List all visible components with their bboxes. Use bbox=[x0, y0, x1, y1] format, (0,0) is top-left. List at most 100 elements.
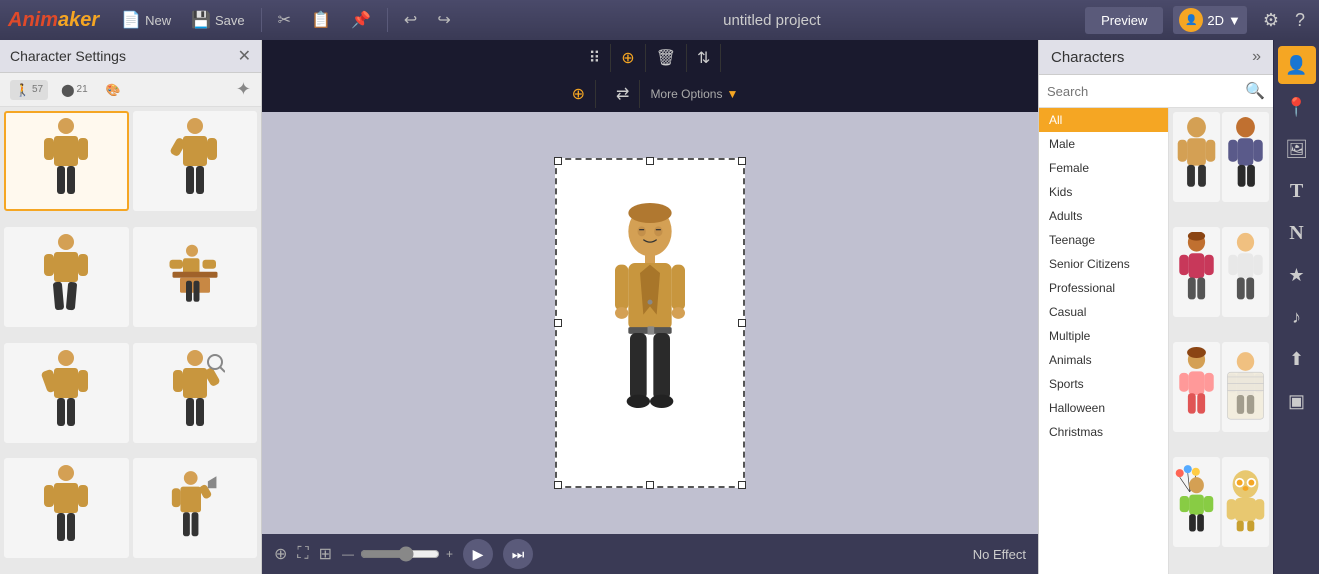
category-casual[interactable]: Casual bbox=[1039, 300, 1168, 324]
char-item-1[interactable] bbox=[1173, 112, 1220, 202]
swap-button[interactable]: ⇄ bbox=[606, 80, 640, 108]
handle-ml[interactable] bbox=[554, 319, 562, 327]
handle-tl[interactable] bbox=[554, 157, 562, 165]
characters-search-input[interactable] bbox=[1047, 84, 1241, 99]
pose-item-6[interactable] bbox=[133, 343, 258, 443]
handle-tr[interactable] bbox=[738, 157, 746, 165]
pose-4-preview bbox=[165, 232, 225, 322]
handle-mr[interactable] bbox=[738, 319, 746, 327]
char-item-7[interactable] bbox=[1173, 457, 1220, 547]
characters-grid bbox=[1169, 108, 1273, 574]
grid-button[interactable]: ⊞ bbox=[319, 544, 332, 564]
category-halloween[interactable]: Halloween bbox=[1039, 396, 1168, 420]
undo-icon: ↩ bbox=[404, 10, 417, 30]
handle-bl[interactable] bbox=[554, 481, 562, 489]
handle-br[interactable] bbox=[738, 481, 746, 489]
zoom-minus-icon: — bbox=[342, 547, 354, 561]
category-animals[interactable]: Animals bbox=[1039, 348, 1168, 372]
canvas-area: ⠿ ⊕ 🗑 ⇅ ⊕ ⇄ More Options ▼ bbox=[262, 40, 1038, 574]
sidebar-text-n-button[interactable]: N bbox=[1278, 214, 1316, 252]
gear-button[interactable]: ⚙ bbox=[1257, 6, 1285, 35]
category-female[interactable]: Female bbox=[1039, 156, 1168, 180]
separator2 bbox=[387, 8, 388, 32]
pose-item-7[interactable] bbox=[4, 458, 129, 558]
panel-title: Character Settings bbox=[10, 48, 126, 64]
char-3-svg bbox=[1173, 232, 1220, 312]
magic-wand-button[interactable]: ✦ bbox=[236, 79, 251, 100]
paste-button[interactable]: 📌 bbox=[343, 6, 379, 34]
char-1-svg bbox=[1173, 117, 1220, 197]
sidebar-music-button[interactable]: ♪ bbox=[1278, 298, 1316, 336]
category-all[interactable]: All bbox=[1039, 108, 1168, 132]
props-icon: ⬤ bbox=[61, 83, 74, 97]
category-professional[interactable]: Professional bbox=[1039, 276, 1168, 300]
preview-button[interactable]: Preview bbox=[1085, 7, 1163, 34]
category-adults[interactable]: Adults bbox=[1039, 204, 1168, 228]
handle-tm[interactable] bbox=[646, 157, 654, 165]
zoom-slider[interactable] bbox=[360, 546, 440, 562]
rotate-button[interactable]: ⊕ bbox=[562, 80, 596, 108]
sidebar-upload-button[interactable]: ⬆ bbox=[1278, 340, 1316, 378]
more-options-button[interactable]: More Options ▼ bbox=[650, 87, 738, 101]
char-2-svg bbox=[1222, 117, 1269, 197]
char-4-svg bbox=[1222, 232, 1269, 312]
play-button[interactable]: ▶ bbox=[463, 539, 493, 569]
right-sidebar: 👤 📍 🖼 T N ★ ♪ ⬆ ▣ bbox=[1273, 40, 1319, 574]
char-6-svg bbox=[1222, 347, 1269, 427]
pose-item-1[interactable] bbox=[4, 111, 129, 211]
sidebar-text-t-button[interactable]: T bbox=[1278, 172, 1316, 210]
canvas-main[interactable] bbox=[262, 112, 1038, 534]
pose-item-5[interactable] bbox=[4, 343, 129, 443]
delete-button[interactable]: 🗑 bbox=[646, 44, 687, 72]
char-item-4[interactable] bbox=[1222, 227, 1269, 317]
category-teenage[interactable]: Teenage bbox=[1039, 228, 1168, 252]
tab-poses[interactable]: 🚶 57 bbox=[10, 80, 48, 100]
char-item-5[interactable] bbox=[1173, 342, 1220, 432]
characters-expand-button[interactable]: » bbox=[1252, 48, 1261, 66]
transform-button[interactable]: ⊕ bbox=[611, 44, 645, 72]
pose-item-2[interactable] bbox=[133, 111, 258, 211]
char-item-6[interactable] bbox=[1222, 342, 1269, 432]
character-canvas bbox=[555, 158, 745, 488]
step-button[interactable]: ⏭ bbox=[503, 539, 533, 569]
crosshair-button[interactable]: ⊕ bbox=[274, 544, 287, 564]
help-button[interactable]: ? bbox=[1289, 6, 1311, 35]
grid-dots-button[interactable]: ⠿ bbox=[579, 44, 612, 72]
sidebar-character-button[interactable]: 👤 bbox=[1278, 46, 1316, 84]
char-item-2[interactable] bbox=[1222, 112, 1269, 202]
char-item-3[interactable] bbox=[1173, 227, 1220, 317]
pose-8-preview bbox=[165, 463, 225, 553]
pose-item-3[interactable] bbox=[4, 227, 129, 327]
new-button[interactable]: 📄 New bbox=[113, 6, 179, 34]
tab-color[interactable]: 🎨 bbox=[101, 80, 126, 100]
characters-panel-header: Characters » bbox=[1039, 40, 1273, 75]
category-sports[interactable]: Sports bbox=[1039, 372, 1168, 396]
expand-button[interactable]: ⛶ bbox=[297, 545, 308, 563]
search-icon: 🔍 bbox=[1245, 81, 1265, 101]
close-panel-button[interactable]: ✕ bbox=[238, 46, 251, 66]
category-male[interactable]: Male bbox=[1039, 132, 1168, 156]
sidebar-location-button[interactable]: 📍 bbox=[1278, 88, 1316, 126]
category-multiple[interactable]: Multiple bbox=[1039, 324, 1168, 348]
tab-props[interactable]: ⬤ 21 bbox=[56, 80, 93, 100]
sidebar-image-button[interactable]: 🖼 bbox=[1278, 130, 1316, 168]
pose-1-preview bbox=[36, 116, 96, 206]
pose-item-8[interactable] bbox=[133, 458, 258, 558]
save-button[interactable]: 💾 Save bbox=[183, 6, 253, 34]
undo-button[interactable]: ↩ bbox=[396, 6, 425, 34]
char-item-8[interactable] bbox=[1222, 457, 1269, 547]
category-kids[interactable]: Kids bbox=[1039, 180, 1168, 204]
cut-button[interactable]: ✂ bbox=[270, 6, 299, 34]
copy-button[interactable]: 📋 bbox=[303, 6, 339, 34]
category-senior[interactable]: Senior Citizens bbox=[1039, 252, 1168, 276]
sidebar-star-button[interactable]: ★ bbox=[1278, 256, 1316, 294]
char-7-svg bbox=[1173, 462, 1220, 542]
flip-button[interactable]: ⇅ bbox=[687, 44, 721, 72]
handle-bm[interactable] bbox=[646, 481, 654, 489]
redo-button[interactable]: ↪ bbox=[429, 6, 458, 34]
mode-selector[interactable]: 👤 2D ▼ bbox=[1173, 6, 1247, 34]
category-christmas[interactable]: Christmas bbox=[1039, 420, 1168, 444]
sidebar-scene-button[interactable]: ▣ bbox=[1278, 382, 1316, 420]
pose-item-4[interactable] bbox=[133, 227, 258, 327]
characters-panel: Characters » 🔍 AllMaleFemaleKidsAdultsTe… bbox=[1038, 40, 1273, 574]
